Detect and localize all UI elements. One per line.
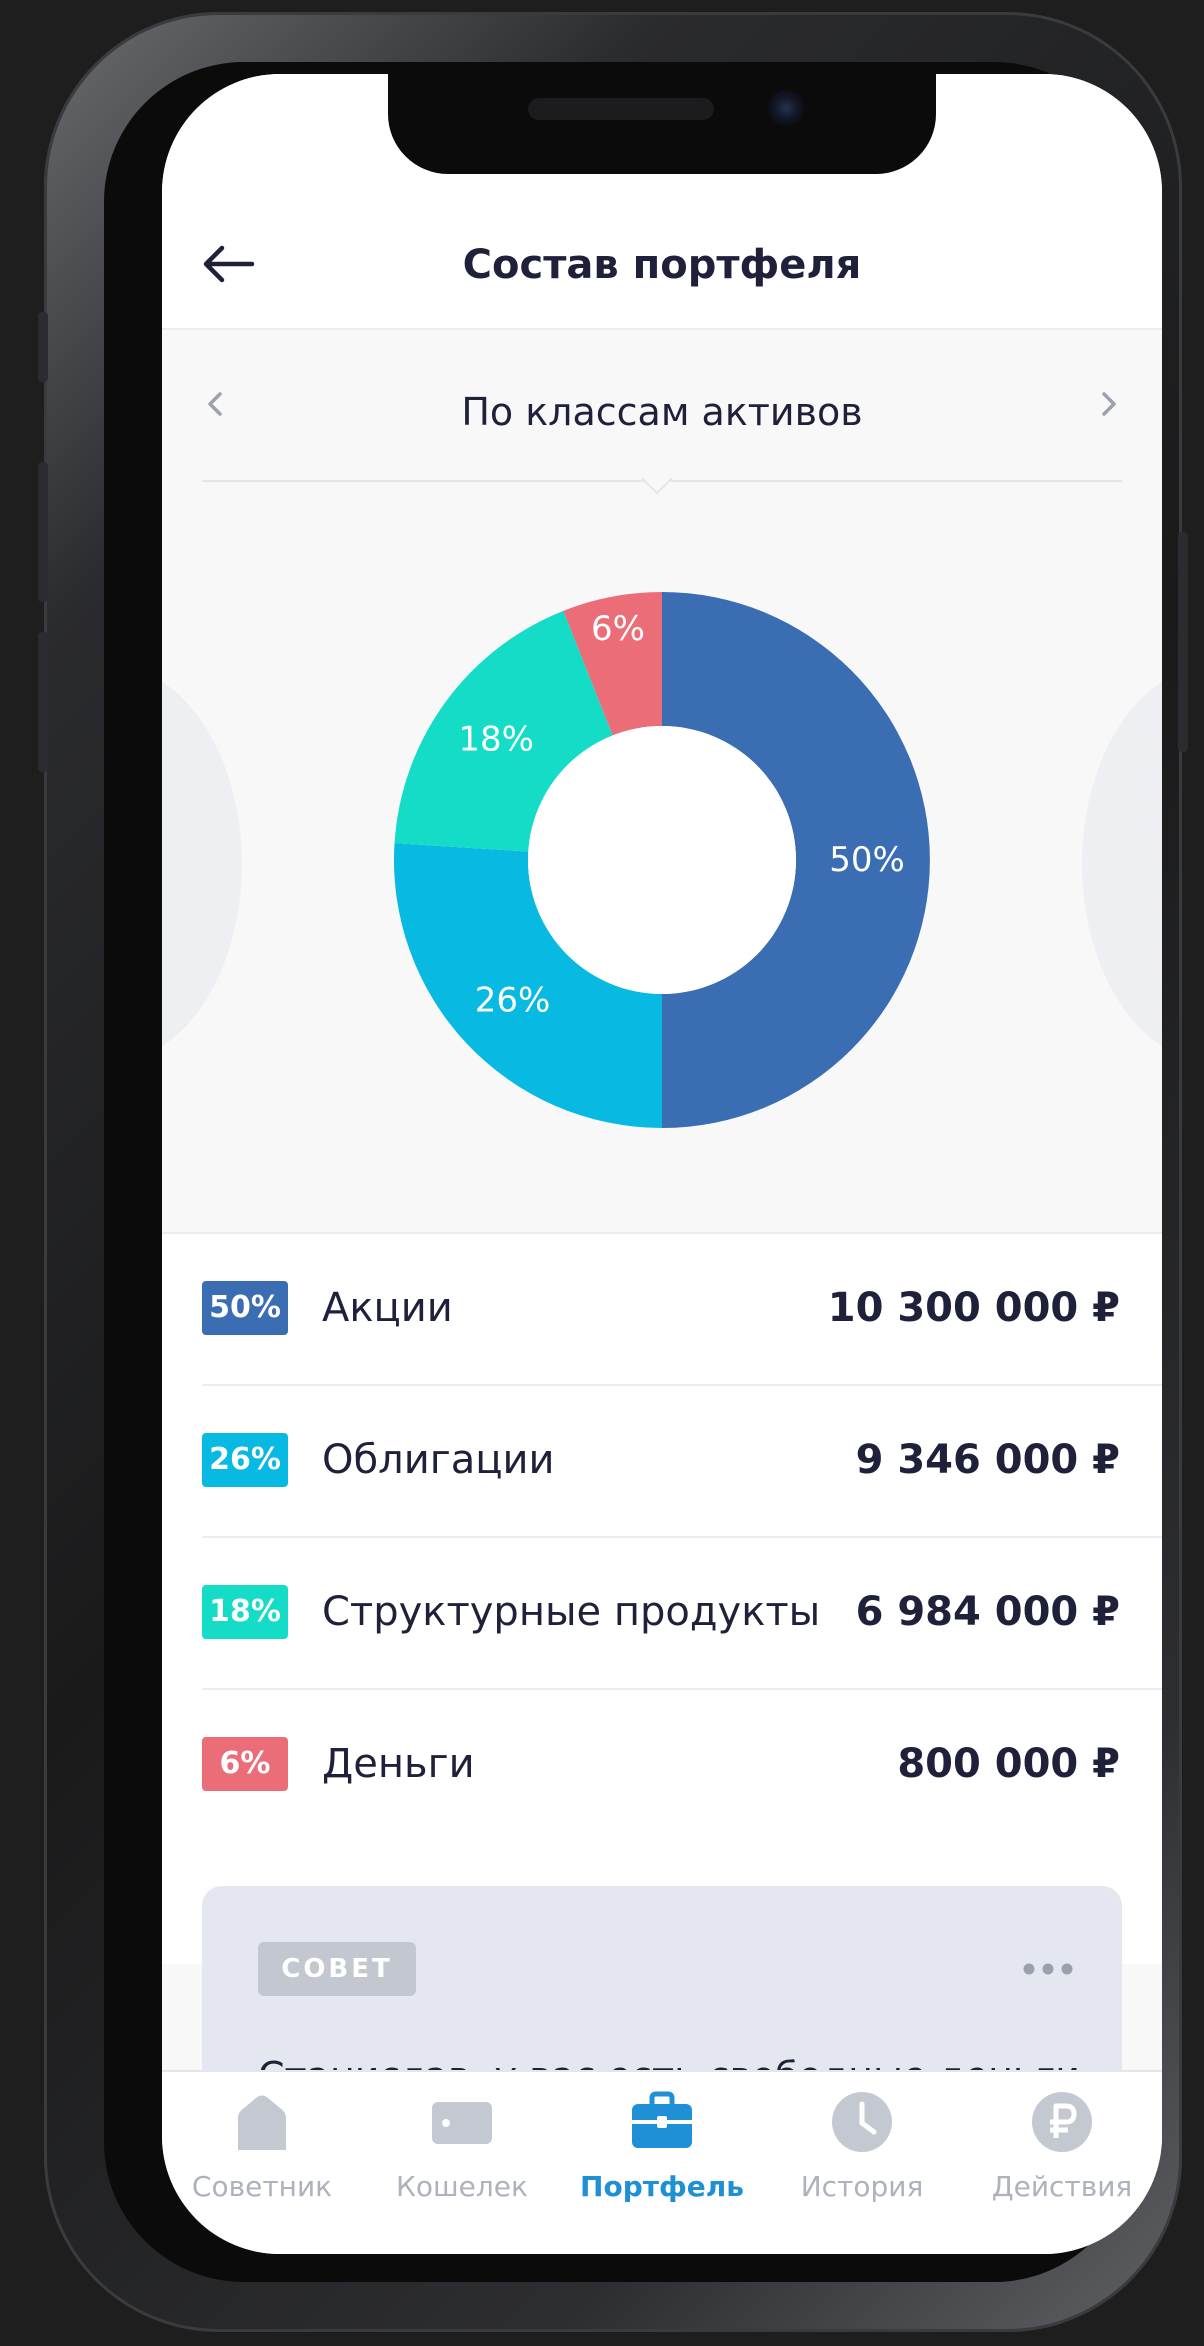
- volume-up-button: [38, 462, 48, 602]
- next-view-button[interactable]: [1098, 384, 1122, 434]
- tab-label: Действия: [991, 2170, 1133, 2203]
- asset-list: 50% Акции 10 300 000 ₽ 26% Облигации 9 3…: [162, 1232, 1162, 1964]
- wallet-icon: [432, 2102, 492, 2144]
- donut-slice-label: 26%: [475, 980, 551, 1020]
- power-button: [1178, 532, 1188, 752]
- page-title: Состав портфеля: [462, 242, 862, 288]
- phone-frame: Состав портфеля По классам активов 50% 26…: [38, 12, 1188, 2332]
- donut-slice-label: 50%: [829, 840, 905, 880]
- speaker: [528, 98, 714, 120]
- percent-badge: 50%: [202, 1281, 288, 1335]
- tab-advisor[interactable]: Советник: [162, 2072, 362, 2254]
- notch: [388, 74, 936, 174]
- silent-switch: [38, 312, 48, 382]
- percent-badge: 26%: [202, 1433, 288, 1487]
- advice-badge: СОВЕТ: [258, 1942, 416, 1996]
- prev-chart-preview[interactable]: [162, 664, 242, 1064]
- front-camera: [768, 90, 804, 126]
- tab-actions[interactable]: Действия: [962, 2072, 1162, 2254]
- tab-bar: Советник Кошелек Портфель История Действ…: [162, 2070, 1162, 2254]
- next-chart-preview[interactable]: [1082, 664, 1162, 1064]
- list-item[interactable]: 50% Акции 10 300 000 ₽: [202, 1234, 1162, 1386]
- donut-chart: 50% 26% 18% 6%: [394, 592, 930, 1128]
- asset-amount: 800 000 ₽: [897, 1741, 1120, 1787]
- chevron-right-icon: [1102, 392, 1116, 416]
- tab-label: Портфель: [580, 2170, 744, 2203]
- donut-slice-label: 18%: [458, 720, 534, 760]
- asset-amount: 9 346 000 ₽: [855, 1437, 1120, 1483]
- asset-view-switcher: По классам активов: [202, 374, 1122, 460]
- clock-icon: [832, 2092, 892, 2152]
- asset-amount: 10 300 000 ₽: [827, 1285, 1120, 1331]
- switcher-pointer: [641, 463, 673, 495]
- tab-wallet[interactable]: Кошелек: [362, 2072, 562, 2254]
- more-icon: [1023, 1963, 1073, 1975]
- tab-label: История: [800, 2170, 924, 2203]
- donut-slice-label: 6%: [591, 609, 645, 649]
- asset-name: Акции: [322, 1285, 453, 1331]
- list-item[interactable]: 26% Облигации 9 346 000 ₽: [202, 1386, 1162, 1538]
- asset-amount: 6 984 000 ₽: [855, 1589, 1120, 1635]
- house-icon: [238, 2095, 286, 2150]
- asset-name: Деньги: [322, 1741, 475, 1787]
- view-label: По классам активов: [461, 390, 863, 434]
- percent-badge: 18%: [202, 1585, 288, 1639]
- tab-label: Кошелек: [396, 2170, 528, 2203]
- tab-history[interactable]: История: [762, 2072, 962, 2254]
- briefcase-icon: [632, 2091, 692, 2148]
- asset-name: Структурные продукты: [322, 1589, 821, 1635]
- donut-hole: [528, 726, 796, 994]
- more-button[interactable]: [1022, 1944, 1074, 1985]
- ruble-icon: [1032, 2092, 1092, 2152]
- percent-badge: 6%: [202, 1737, 288, 1791]
- tab-portfolio[interactable]: Портфель: [562, 2072, 762, 2254]
- list-item[interactable]: 18% Структурные продукты 6 984 000 ₽: [202, 1538, 1162, 1690]
- screen: Состав портфеля По классам активов 50% 26…: [162, 74, 1162, 2254]
- tab-label: Советник: [191, 2170, 333, 2203]
- list-item[interactable]: 6% Деньги 800 000 ₽: [202, 1690, 1162, 1842]
- volume-down-button: [38, 632, 48, 772]
- asset-name: Облигации: [322, 1437, 555, 1483]
